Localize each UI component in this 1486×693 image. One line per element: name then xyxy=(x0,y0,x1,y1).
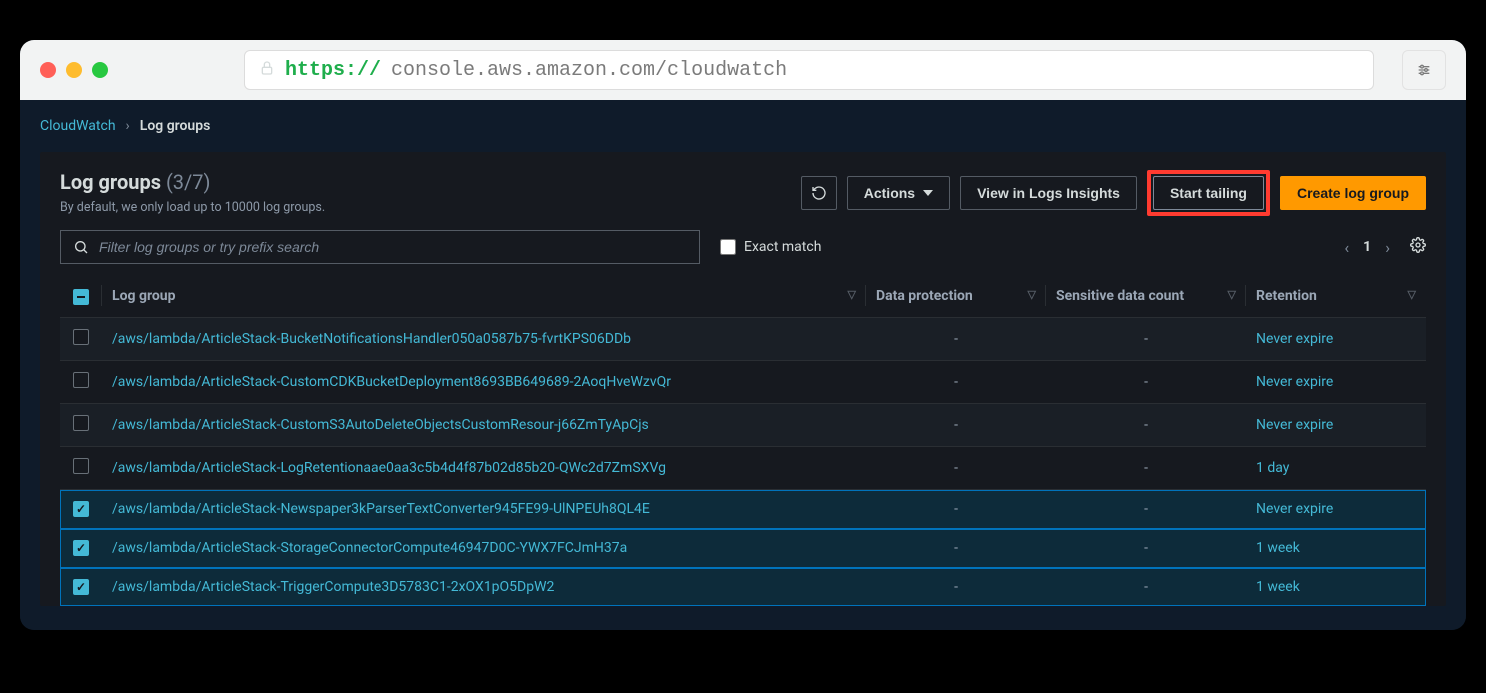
data-protection-cell: - xyxy=(866,490,1046,529)
breadcrumb: CloudWatch › Log groups xyxy=(40,118,1446,134)
chevron-down-icon xyxy=(923,190,933,196)
sensitive-count-cell: - xyxy=(1046,490,1246,529)
view-in-logs-insights-button[interactable]: View in Logs Insights xyxy=(960,176,1137,210)
retention-link[interactable]: Never expire xyxy=(1256,417,1333,433)
sensitive-count-cell: - xyxy=(1046,361,1246,404)
log-groups-panel: Log groups (3/7) By default, we only loa… xyxy=(40,152,1446,606)
table-settings-button[interactable] xyxy=(1410,237,1426,257)
table-row[interactable]: ✓ /aws/lambda/ArticleStack-Newspaper3kPar… xyxy=(60,490,1426,529)
create-log-group-button[interactable]: Create log group xyxy=(1280,176,1426,210)
col-retention[interactable]: Retention▽ xyxy=(1246,274,1426,318)
select-all-checkbox[interactable] xyxy=(73,289,89,305)
refresh-button[interactable] xyxy=(801,176,837,210)
search-icon xyxy=(73,239,89,255)
row-checkbox[interactable] xyxy=(73,329,89,345)
chevron-right-icon: › xyxy=(126,118,130,134)
data-protection-cell: - xyxy=(866,318,1046,361)
exact-match-label: Exact match xyxy=(744,239,821,255)
log-group-link[interactable]: /aws/lambda/ArticleStack-StorageConnecto… xyxy=(112,540,627,556)
window-minimize-icon[interactable] xyxy=(66,62,82,78)
sensitive-count-cell: - xyxy=(1046,404,1246,447)
next-page-button[interactable]: › xyxy=(1385,238,1390,257)
start-tailing-button[interactable]: Start tailing xyxy=(1153,176,1264,210)
address-bar[interactable]: https:// console.aws.amazon.com/cloudwatc… xyxy=(244,50,1374,90)
data-protection-cell: - xyxy=(866,361,1046,404)
table-row[interactable]: ✓ /aws/lambda/ArticleStack-StorageConnect… xyxy=(60,529,1426,568)
row-checkbox[interactable] xyxy=(73,415,89,431)
data-protection-cell: - xyxy=(866,529,1046,568)
retention-link[interactable]: Never expire xyxy=(1256,501,1333,517)
data-protection-cell: - xyxy=(866,447,1046,490)
search-input[interactable] xyxy=(99,239,687,255)
log-group-link[interactable]: /aws/lambda/ArticleStack-CustomCDKBucket… xyxy=(112,374,671,390)
col-data-protection[interactable]: Data protection▽ xyxy=(866,274,1046,318)
log-groups-table: Log group▽ Data protection▽ Sensitive da… xyxy=(60,274,1426,606)
row-checkbox[interactable]: ✓ xyxy=(73,501,89,517)
actions-label: Actions xyxy=(864,185,915,201)
sensitive-count-cell: - xyxy=(1046,568,1246,607)
data-protection-cell: - xyxy=(866,404,1046,447)
breadcrumb-current: Log groups xyxy=(140,118,211,134)
sensitive-count-cell: - xyxy=(1046,318,1246,361)
retention-link[interactable]: 1 week xyxy=(1256,579,1300,595)
highlight-annotation: Start tailing xyxy=(1147,170,1270,216)
table-row[interactable]: /aws/lambda/ArticleStack-CustomS3AutoDel… xyxy=(60,404,1426,447)
row-checkbox[interactable]: ✓ xyxy=(73,579,89,595)
browser-settings-button[interactable] xyxy=(1402,50,1446,90)
page-subtitle: By default, we only load up to 10000 log… xyxy=(60,200,325,215)
log-group-link[interactable]: /aws/lambda/ArticleStack-TriggerCompute3… xyxy=(112,579,554,595)
table-row[interactable]: ✓ /aws/lambda/ArticleStack-TriggerCompute… xyxy=(60,568,1426,607)
retention-link[interactable]: 1 week xyxy=(1256,540,1300,556)
traffic-lights xyxy=(40,62,108,78)
selection-count: (3/7) xyxy=(166,170,211,194)
table-row[interactable]: /aws/lambda/ArticleStack-BucketNotificat… xyxy=(60,318,1426,361)
exact-match-checkbox[interactable]: Exact match xyxy=(720,239,821,255)
log-group-link[interactable]: /aws/lambda/ArticleStack-BucketNotificat… xyxy=(112,331,631,347)
exact-match-input[interactable] xyxy=(720,239,736,255)
prev-page-button[interactable]: ‹ xyxy=(1344,238,1349,257)
log-group-link[interactable]: /aws/lambda/ArticleStack-CustomS3AutoDel… xyxy=(112,417,649,433)
page-title-text: Log groups xyxy=(60,170,161,194)
actions-dropdown[interactable]: Actions xyxy=(847,176,950,210)
breadcrumb-root[interactable]: CloudWatch xyxy=(40,118,116,134)
retention-link[interactable]: 1 day xyxy=(1256,460,1289,476)
retention-link[interactable]: Never expire xyxy=(1256,331,1333,347)
col-sensitive-data-count[interactable]: Sensitive data count▽ xyxy=(1046,274,1246,318)
window-maximize-icon[interactable] xyxy=(92,62,108,78)
sensitive-count-cell: - xyxy=(1046,447,1246,490)
row-checkbox[interactable] xyxy=(73,372,89,388)
page-title: Log groups (3/7) xyxy=(60,170,325,194)
retention-link[interactable]: Never expire xyxy=(1256,374,1333,390)
search-box[interactable] xyxy=(60,230,700,264)
row-checkbox[interactable] xyxy=(73,458,89,474)
lock-icon xyxy=(259,60,275,81)
url-scheme: https:// xyxy=(285,59,381,82)
page-number: 1 xyxy=(1363,239,1371,255)
data-protection-cell: - xyxy=(866,568,1046,607)
url-host: console.aws.amazon.com/cloudwatch xyxy=(391,59,787,82)
col-log-group[interactable]: Log group▽ xyxy=(102,274,866,318)
browser-chrome: https:// console.aws.amazon.com/cloudwatc… xyxy=(20,40,1466,100)
table-row[interactable]: /aws/lambda/ArticleStack-LogRetentionaae… xyxy=(60,447,1426,490)
sensitive-count-cell: - xyxy=(1046,529,1246,568)
log-group-link[interactable]: /aws/lambda/ArticleStack-LogRetentionaae… xyxy=(112,460,666,476)
row-checkbox[interactable]: ✓ xyxy=(73,540,89,556)
log-group-link[interactable]: /aws/lambda/ArticleStack-Newspaper3kPars… xyxy=(112,501,650,517)
table-row[interactable]: /aws/lambda/ArticleStack-CustomCDKBucket… xyxy=(60,361,1426,404)
window-close-icon[interactable] xyxy=(40,62,56,78)
